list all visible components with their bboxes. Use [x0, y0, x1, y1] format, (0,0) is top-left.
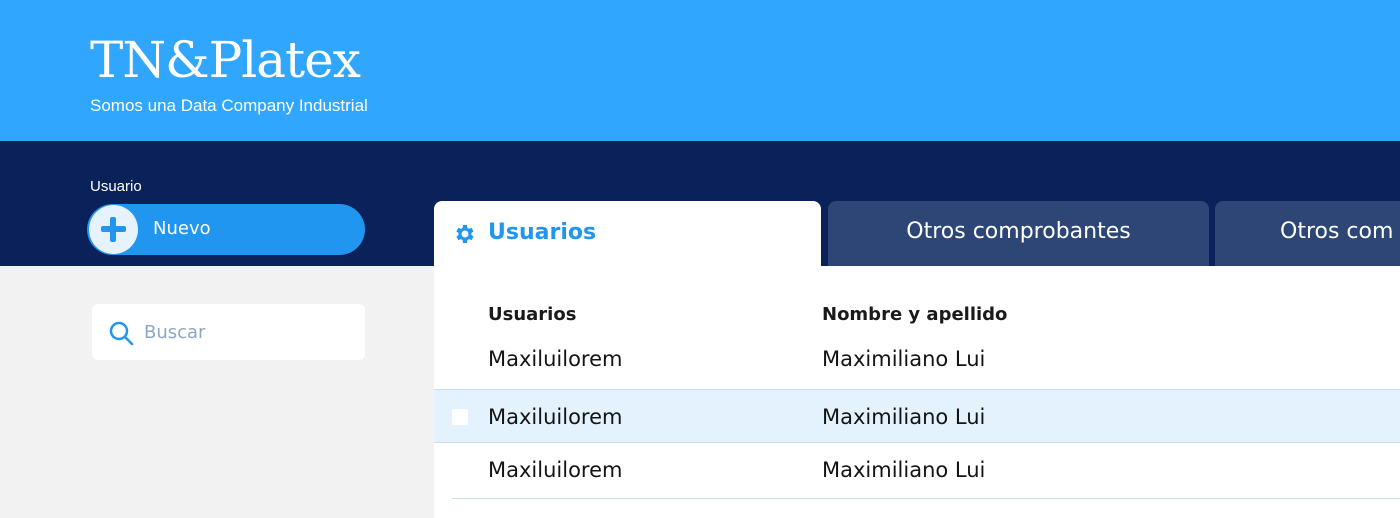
search-box [92, 304, 365, 360]
tab-otros-comprobantes[interactable]: Otros comprobantes [828, 201, 1209, 266]
cell-nombre: Maximiliano Lui [822, 405, 986, 429]
search-input[interactable] [144, 318, 354, 346]
table-row-selected[interactable]: Maxiluilorem Maximiliano Lui [434, 389, 1400, 443]
tab-usuarios[interactable]: Usuarios [434, 201, 821, 266]
tab-usuarios-label: Usuarios [488, 220, 597, 245]
section-label: Usuario [90, 178, 142, 195]
cell-nombre: Maximiliano Lui [822, 347, 986, 371]
table-row[interactable]: Maxiluilorem Maximiliano Lui [434, 443, 1400, 497]
new-user-button[interactable]: Nuevo [87, 204, 365, 255]
top-header: TN&Platex Somos una Data Company Industr… [0, 0, 1400, 141]
cell-usuario: Maxiluilorem [488, 405, 623, 429]
search-icon [109, 321, 134, 346]
users-table: Usuarios Nombre y apellido Maxiluilorem … [434, 266, 1400, 518]
tab-otros-com[interactable]: Otros com [1215, 201, 1400, 266]
brand-logo: TN&Platex [90, 31, 361, 89]
row-divider [452, 498, 1400, 499]
cell-usuario: Maxiluilorem [488, 347, 623, 371]
cell-nombre: Maximiliano Lui [822, 458, 986, 482]
gear-icon [456, 225, 474, 243]
plus-icon [89, 205, 138, 254]
brand-tagline: Somos una Data Company Industrial [90, 96, 368, 115]
cell-usuario: Maxiluilorem [488, 458, 623, 482]
new-button-label: Nuevo [153, 218, 211, 239]
row-checkbox[interactable] [452, 409, 468, 425]
table-row[interactable]: Maxiluilorem Maximiliano Lui [434, 332, 1400, 386]
column-header-usuarios: Usuarios [488, 304, 577, 325]
column-header-nombre: Nombre y apellido [822, 304, 1008, 325]
